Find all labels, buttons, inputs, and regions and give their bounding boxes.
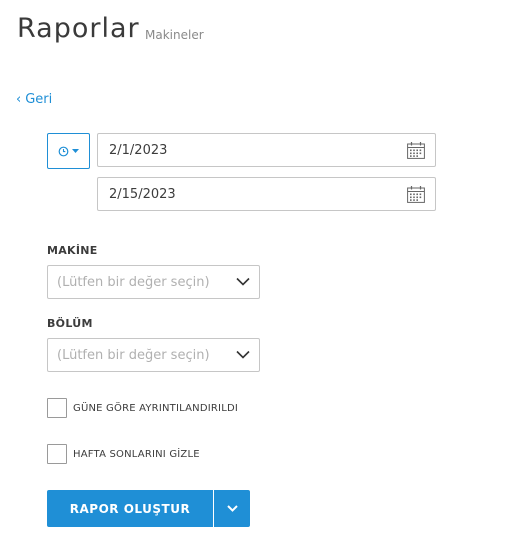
machine-label: MAKİNE xyxy=(47,244,98,257)
chevron-down-icon xyxy=(236,277,250,286)
machine-select[interactable]: (Lütfen bir değer seçin) xyxy=(47,265,260,299)
date-from-input[interactable] xyxy=(109,142,389,158)
create-report-button[interactable]: RAPOR OLUŞTUR xyxy=(47,490,213,527)
split-button-divider xyxy=(213,490,214,527)
machine-select-placeholder: (Lütfen bir değer seçin) xyxy=(57,274,210,290)
section-select-placeholder: (Lütfen bir değer seçin) xyxy=(57,347,210,363)
calendar-icon[interactable] xyxy=(407,186,425,203)
section-select[interactable]: (Lütfen bir değer seçin) xyxy=(47,338,260,372)
date-to-field[interactable] xyxy=(97,177,436,211)
back-link-label: Geri xyxy=(25,92,53,107)
caret-down-icon xyxy=(72,148,79,153)
date-range-preset-button[interactable] xyxy=(47,133,90,169)
detail-by-day-checkbox[interactable] xyxy=(47,398,67,418)
hide-weekends-checkbox-row[interactable]: HAFTA SONLARINI GİZLE xyxy=(47,444,200,464)
page-title: Raporlar xyxy=(17,13,140,44)
chevron-down-icon xyxy=(236,350,250,359)
clock-icon xyxy=(58,146,69,156)
date-from-field[interactable] xyxy=(97,133,436,167)
chevron-down-icon xyxy=(226,505,238,512)
create-report-split-button: RAPOR OLUŞTUR xyxy=(47,490,250,527)
hide-weekends-checkbox[interactable] xyxy=(47,444,67,464)
hide-weekends-label: HAFTA SONLARINI GİZLE xyxy=(73,448,200,460)
page-subtitle: Makineler xyxy=(145,28,204,42)
create-report-dropdown-button[interactable] xyxy=(214,490,250,527)
back-link[interactable]: ‹ Geri xyxy=(16,92,52,107)
detail-by-day-checkbox-row[interactable]: GÜNE GÖRE AYRINTILANDIRILDI xyxy=(47,398,238,418)
calendar-icon[interactable] xyxy=(407,142,425,159)
chevron-left-icon: ‹ xyxy=(16,92,22,107)
section-label: BÖLÜM xyxy=(47,317,93,330)
detail-by-day-label: GÜNE GÖRE AYRINTILANDIRILDI xyxy=(73,402,239,414)
date-to-input[interactable] xyxy=(109,186,389,202)
